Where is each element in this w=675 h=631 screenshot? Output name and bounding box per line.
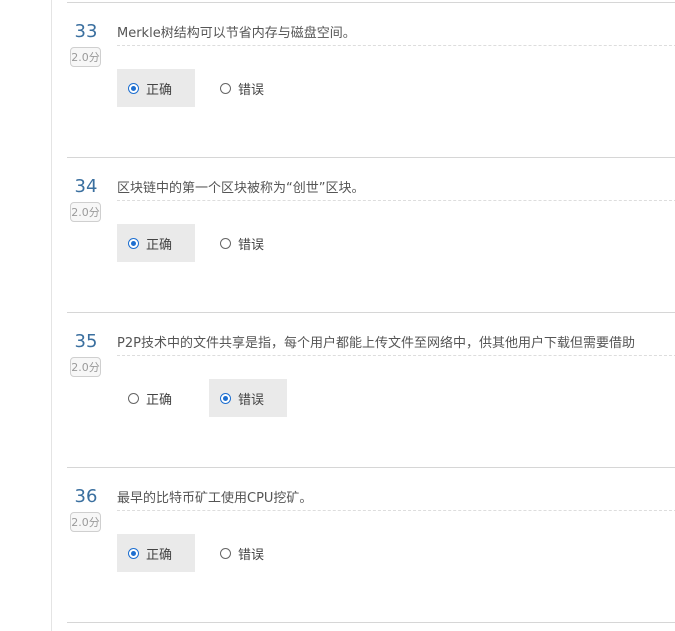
option-false[interactable]: 错误 — [209, 224, 287, 262]
option-label: 错误 — [238, 392, 265, 408]
radio-unchecked-icon[interactable] — [128, 392, 139, 404]
radio-checked-icon[interactable] — [128, 82, 139, 94]
option-true[interactable]: 正确 — [117, 534, 195, 572]
option-false[interactable]: 错误 — [209, 379, 287, 417]
question-36: 36 2.0分 最早的比特币矿工使用CPU挖矿。 正确 错误 — [67, 467, 675, 622]
question-text: 区块链中的第一个区块被称为“创世”区块。 — [117, 180, 675, 201]
option-true[interactable]: 正确 — [117, 379, 195, 417]
option-false[interactable]: 错误 — [209, 534, 287, 572]
question-text: P2P技术中的文件共享是指，每个用户都能上传文件至网络中，供其他用户下载但需要借… — [117, 335, 675, 356]
option-label: 正确 — [146, 547, 173, 563]
question-35: 35 2.0分 P2P技术中的文件共享是指，每个用户都能上传文件至网络中，供其他… — [67, 312, 675, 467]
question-number: 36 — [74, 486, 98, 507]
question-text: 最早的比特币矿工使用CPU挖矿。 — [117, 490, 675, 511]
question-34: 34 2.0分 区块链中的第一个区块被称为“创世”区块。 正确 错误 — [67, 157, 675, 312]
option-label: 正确 — [146, 237, 173, 253]
question-number: 34 — [74, 176, 98, 197]
question-score-badge: 2.0分 — [70, 47, 101, 67]
radio-unchecked-icon[interactable] — [220, 237, 231, 249]
radio-unchecked-icon[interactable] — [220, 82, 231, 94]
question-number: 35 — [74, 331, 98, 352]
option-label: 错误 — [238, 82, 265, 98]
option-false[interactable]: 错误 — [209, 69, 287, 107]
question-score-badge: 2.0分 — [70, 512, 101, 532]
radio-unchecked-icon[interactable] — [220, 547, 231, 559]
radio-checked-icon[interactable] — [220, 392, 231, 404]
question-33: 33 2.0分 Merkle树结构可以节省内存与磁盘空间。 正确 错误 — [67, 2, 675, 157]
option-label: 错误 — [238, 237, 265, 253]
radio-checked-icon[interactable] — [128, 237, 139, 249]
radio-checked-icon[interactable] — [128, 547, 139, 559]
option-true[interactable]: 正确 — [117, 69, 195, 107]
option-true[interactable]: 正确 — [117, 224, 195, 262]
question-number: 33 — [74, 21, 98, 42]
section-divider — [67, 622, 675, 623]
question-score-badge: 2.0分 — [70, 357, 101, 377]
question-text: Merkle树结构可以节省内存与磁盘空间。 — [117, 25, 675, 46]
option-label: 正确 — [146, 392, 173, 408]
left-rail-divider — [51, 0, 52, 631]
question-score-badge: 2.0分 — [70, 202, 101, 222]
exam-page: 33 2.0分 Merkle树结构可以节省内存与磁盘空间。 正确 错误 34 2… — [0, 0, 675, 631]
option-label: 正确 — [146, 82, 173, 98]
option-label: 错误 — [238, 547, 265, 563]
